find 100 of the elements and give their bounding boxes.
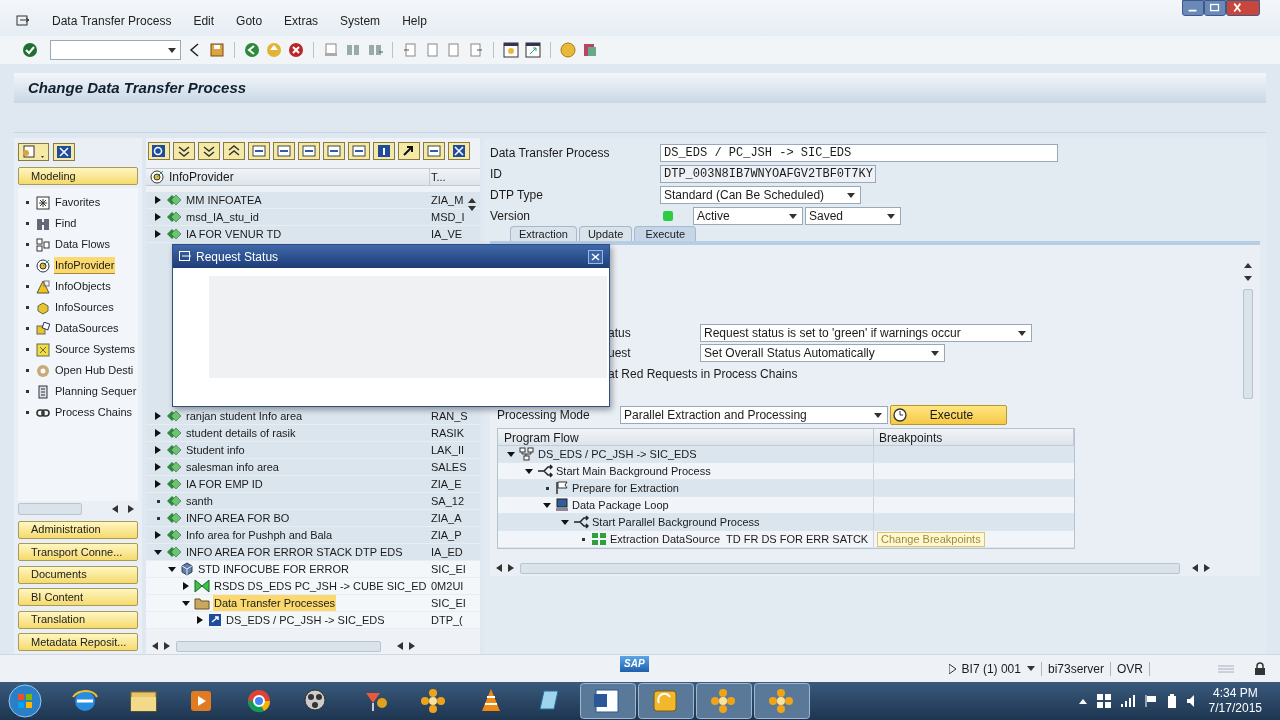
tree-item[interactable]: RSDS DS_EDS PC_JSH -> CUBE SIC_ED [213,577,428,595]
dropdown[interactable]: Request status is set to 'green' if warnings occur [700,324,1032,342]
input-field[interactable]: DTP_003N8IB7WNYOAFGV2TBF0T7KY [660,165,876,183]
tree-item[interactable]: IA FOR VENUR TD [185,225,283,243]
maximize-icon[interactable] [1204,0,1226,16]
menu-item[interactable]: Extras [284,12,319,30]
flow-step[interactable]: Prepare for Extraction [572,479,679,497]
tab[interactable]: Execute [634,226,697,241]
scroll-right-icon[interactable] [508,564,514,572]
clock-date[interactable]: 7/17/2015 [1208,701,1262,716]
nav-item[interactable]: Source Systems [54,341,137,358]
caret-icon[interactable] [1026,666,1035,671]
collapsed-arrow-icon[interactable] [154,412,162,420]
collapsed-arrow-icon[interactable] [154,196,162,204]
scroll-up-icon[interactable] [1244,263,1252,268]
collapse-icon[interactable] [223,142,245,160]
new-session-icon[interactable] [503,42,519,58]
tree-item[interactable]: santh [185,492,214,510]
tree-item[interactable]: student details of rasik [185,424,297,442]
execute-button[interactable]: Execute [890,405,1007,425]
dropdown[interactable]: Parallel Extraction and Processing [620,406,888,424]
dropdown[interactable]: Active [693,207,803,225]
close-icon[interactable] [588,249,603,264]
scrollbar-thumb[interactable] [176,640,381,652]
menu-item[interactable]: Help [402,12,427,30]
expanded-arrow-icon[interactable] [507,450,515,458]
tree-item[interactable]: salesman info area [185,458,280,476]
save-icon[interactable] [209,42,225,58]
nav-item[interactable]: Favorites [54,194,102,211]
signal-icon[interactable] [1120,695,1135,707]
collapsed-arrow-icon[interactable] [154,213,162,221]
caret-up-icon[interactable] [1078,698,1087,704]
cancel-icon[interactable] [288,42,304,58]
nav-item[interactable]: InfoObjects [54,278,112,295]
scroll-down-icon[interactable] [1244,276,1252,281]
scroll-left-icon[interactable] [152,642,158,650]
bullet-icon[interactable] [156,516,160,520]
tree-item[interactable]: ranjan student Info area [185,407,304,425]
nav-item[interactable]: InfoProvider [54,256,116,275]
tree-item[interactable]: Info area for Pushph and Bala [185,526,334,544]
battery-icon[interactable] [1166,694,1177,708]
tree-item[interactable]: DS_EDS / PC_JSH -> SIC_EDS [225,611,386,629]
dropdown[interactable]: Saved [805,207,901,225]
column-header[interactable]: InfoProvider [169,168,234,186]
scrollbar-thumb[interactable] [520,562,1180,574]
tree-item[interactable]: INFO AREA FOR BO [185,509,291,527]
tree-item[interactable]: msd_IA_stu_id [185,208,260,226]
enter-icon[interactable] [22,42,38,58]
back-icon[interactable] [244,42,260,58]
flow-step[interactable]: Extraction DataSource TD FR DS FOR ERR SATCK [610,530,869,548]
scroll-left-icon[interactable] [397,642,403,650]
clock-time[interactable]: 4:34 PM [1212,686,1258,701]
tools-icon[interactable] [18,143,49,161]
expanded-arrow-icon[interactable] [154,548,162,556]
bullet-icon[interactable] [156,499,160,503]
expand-icon[interactable] [198,142,220,160]
command-field[interactable] [50,40,181,60]
bullet-icon[interactable] [581,537,585,541]
section-button[interactable]: Metadata Reposit... [18,633,138,651]
nav-item[interactable]: InfoSources [54,299,115,316]
menu-item[interactable]: Edit [193,12,215,30]
expanded-arrow-icon[interactable] [182,599,190,607]
section-button[interactable]: Modeling [18,167,138,185]
dropdown[interactable]: Set Overall Status Automatically [700,344,945,362]
shortcut-icon[interactable] [525,42,541,58]
scroll-down-icon[interactable] [468,206,476,211]
input-field[interactable]: DS_EDS / PC_JSH -> SIC_EDS [660,144,1058,162]
expanded-arrow-icon[interactable] [168,565,176,573]
scroll-left-icon[interactable] [496,564,502,572]
column-header[interactable]: T... [430,169,466,185]
nav-item[interactable]: Find [54,215,78,232]
close-icon[interactable] [1226,0,1260,16]
menu-item[interactable]: Data Transfer Process [52,12,172,30]
play-icon[interactable] [948,663,956,674]
nav-item[interactable]: DataSources [54,320,120,337]
windows-icon[interactable] [1096,694,1111,708]
section-button[interactable]: Translation [18,610,138,629]
collapsed-arrow-icon[interactable] [154,463,162,471]
filter-icon[interactable] [173,142,195,160]
scroll-right-icon[interactable] [164,642,170,650]
nav-item[interactable]: Open Hub Desti [54,362,135,379]
tab[interactable]: Update [578,226,633,241]
menu-icon[interactable] [16,15,30,27]
nav-item[interactable]: Process Chains [54,404,134,421]
collapsed-arrow-icon[interactable] [196,616,204,624]
tree-item[interactable]: Student info [185,441,246,459]
scroll-right-icon[interactable] [409,642,415,650]
tab[interactable]: Extraction [510,226,577,241]
flow-step[interactable]: Data Package Loop [572,496,669,514]
scroll-right-icon[interactable] [1204,564,1210,572]
section-button[interactable]: BI Content [18,588,138,606]
scroll-left-icon[interactable] [112,504,118,513]
expanded-arrow-icon[interactable] [525,467,533,475]
close-icon[interactable] [448,142,470,160]
scroll-left-icon[interactable] [1192,564,1198,572]
column-header[interactable]: Breakpoints [874,429,1074,445]
tree-item[interactable]: STD INFOCUBE FOR ERROR [197,560,350,578]
menu-item[interactable]: System [340,12,381,30]
section-button[interactable]: Transport Conne... [18,543,138,561]
section-button[interactable]: Documents [18,565,138,584]
